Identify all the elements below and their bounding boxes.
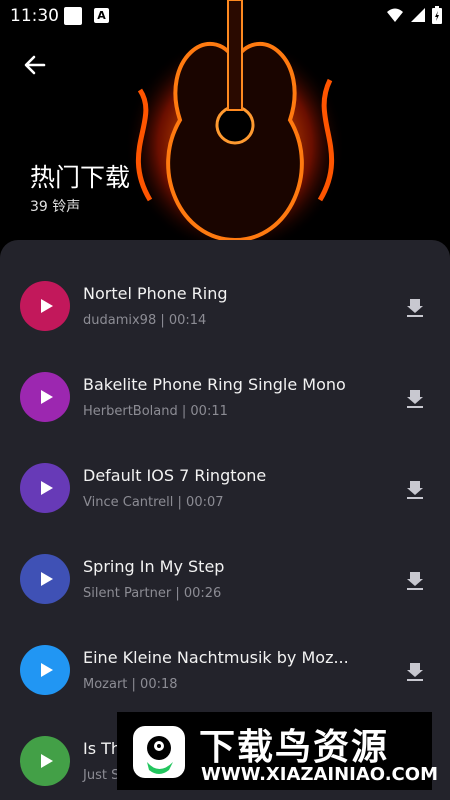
status-bar: 11:30 A bbox=[0, 0, 450, 32]
play-button[interactable] bbox=[20, 463, 70, 513]
watermark-brand: 下载鸟资源 bbox=[199, 727, 390, 768]
status-time: 11:30 bbox=[10, 6, 59, 26]
ringtone-title: Bakelite Phone Ring Single Mono bbox=[83, 375, 346, 394]
download-icon[interactable] bbox=[404, 478, 426, 500]
ringtone-meta: Vince Cantrell | 00:07 bbox=[83, 495, 224, 510]
play-button[interactable] bbox=[20, 554, 70, 604]
watermark-url: WWW.XIAZAINIAO.COM bbox=[201, 764, 438, 785]
ringtone-row[interactable]: Nortel Phone Ring dudamix98 | 00:14 bbox=[0, 248, 450, 339]
notification-icon bbox=[64, 7, 82, 25]
play-button[interactable] bbox=[20, 736, 70, 786]
play-button[interactable] bbox=[20, 281, 70, 331]
ringtone-row[interactable]: Spring In My Step Silent Partner | 00:26 bbox=[0, 521, 450, 612]
ringtone-row[interactable]: Eine Kleine Nachtmusik by Moz... Mozart … bbox=[0, 612, 450, 703]
back-arrow-icon[interactable] bbox=[20, 50, 50, 80]
ringtone-title: Spring In My Step bbox=[83, 557, 225, 576]
ringtone-meta: HerbertBoland | 00:11 bbox=[83, 404, 228, 419]
header-artwork bbox=[0, 0, 450, 260]
signal-icon bbox=[411, 8, 425, 22]
bird-logo-icon bbox=[133, 726, 185, 778]
ringtone-count: 39 铃声 bbox=[30, 199, 81, 215]
ringtone-meta: dudamix98 | 00:14 bbox=[83, 313, 207, 328]
download-icon[interactable] bbox=[404, 296, 426, 318]
page-title: 热门下载 bbox=[30, 163, 131, 192]
ringtone-title: Nortel Phone Ring bbox=[83, 284, 228, 303]
ringtone-meta: Mozart | 00:18 bbox=[83, 677, 178, 692]
play-button[interactable] bbox=[20, 372, 70, 422]
fire-guitar-artwork bbox=[0, 0, 450, 260]
wifi-icon bbox=[387, 8, 403, 22]
ringtone-row[interactable]: Default IOS 7 Ringtone Vince Cantrell | … bbox=[0, 430, 450, 521]
play-button[interactable] bbox=[20, 645, 70, 695]
download-icon[interactable] bbox=[404, 660, 426, 682]
ringtone-meta: Silent Partner | 00:26 bbox=[83, 586, 222, 601]
battery-icon bbox=[432, 6, 442, 24]
download-icon[interactable] bbox=[404, 569, 426, 591]
ringtone-title: Eine Kleine Nachtmusik by Moz... bbox=[83, 648, 349, 667]
ringtone-row[interactable]: Bakelite Phone Ring Single Mono HerbertB… bbox=[0, 339, 450, 430]
app-notification-icon: A bbox=[94, 8, 109, 23]
ringtone-meta: Just S bbox=[83, 768, 120, 783]
watermark-logo: 下载鸟资源 WWW.XIAZAINIAO.COM bbox=[117, 712, 438, 790]
ringtone-title: Is Th bbox=[83, 739, 122, 758]
download-icon[interactable] bbox=[404, 387, 426, 409]
ringtone-title: Default IOS 7 Ringtone bbox=[83, 466, 267, 485]
